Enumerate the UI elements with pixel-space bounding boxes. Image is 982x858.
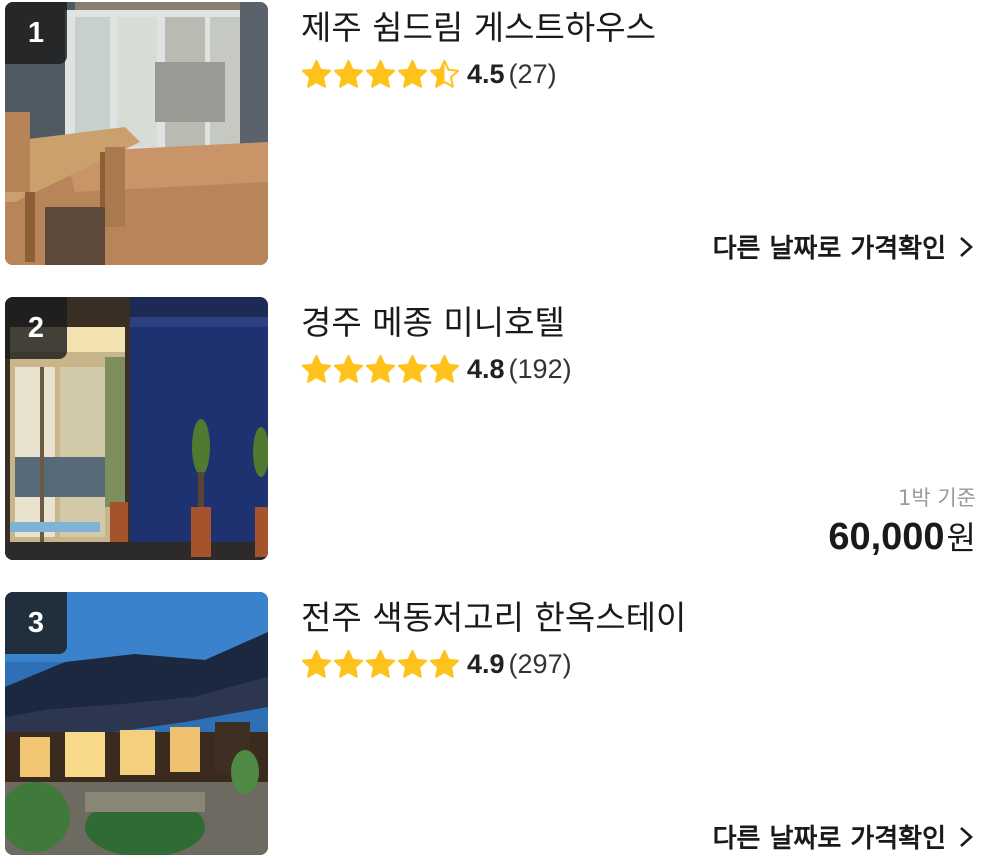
rating-row: 4.5 (27) bbox=[301, 55, 557, 93]
star-icon bbox=[429, 354, 460, 383]
star-icon bbox=[301, 59, 332, 88]
rating-score: 4.5 bbox=[467, 58, 505, 89]
star-icon bbox=[301, 354, 332, 383]
star-icon bbox=[429, 649, 460, 678]
rating-row: 4.8 (192) bbox=[301, 350, 572, 388]
star-icon bbox=[333, 649, 364, 678]
price: 60,000 원 bbox=[828, 513, 976, 559]
star-icon bbox=[397, 59, 428, 88]
star-icon bbox=[365, 649, 396, 678]
listing-item[interactable]: 1 제주 쉼드림 게스트하우스 4.5 (27) 다른 날짜로 가격확인 bbox=[0, 2, 982, 266]
listing-photo[interactable]: 1 bbox=[5, 2, 268, 265]
star-icon bbox=[333, 59, 364, 88]
check-price-other-dates-link[interactable]: 다른 날짜로 가격확인 bbox=[713, 818, 974, 855]
rating-score: 4.8 bbox=[467, 353, 505, 384]
price-basis-label: 1박 기준 bbox=[898, 486, 976, 510]
listing-item[interactable]: 2 경주 메종 미니호텔 4.8 (192) 1박 기준 60,000 원 bbox=[0, 297, 982, 561]
star-icon bbox=[397, 354, 428, 383]
star-rating bbox=[301, 649, 461, 680]
listing-title[interactable]: 전주 색동저고리 한옥스테이 bbox=[301, 596, 686, 640]
price-currency-unit: 원 bbox=[946, 519, 976, 557]
rank-badge: 3 bbox=[5, 592, 67, 654]
listing-title[interactable]: 경주 메종 미니호텔 bbox=[301, 301, 565, 345]
review-count: (297) bbox=[508, 648, 572, 679]
chevron-right-icon bbox=[960, 826, 973, 847]
accommodation-ranking-list: 1 제주 쉼드림 게스트하우스 4.5 (27) 다른 날짜로 가격확인 2 경… bbox=[0, 0, 982, 858]
rating-score: 4.9 bbox=[467, 648, 505, 679]
rating-row: 4.9 (297) bbox=[301, 645, 572, 683]
star-icon bbox=[365, 59, 396, 88]
check-price-label: 다른 날짜로 가격확인 bbox=[712, 234, 946, 264]
listing-photo[interactable]: 3 bbox=[5, 592, 268, 855]
star-icon bbox=[333, 354, 364, 383]
star-icon bbox=[397, 649, 428, 678]
listing-item[interactable]: 3 전주 색동저고리 한옥스테이 4.9 (297) 다른 날짜로 가격확인 bbox=[0, 592, 982, 856]
star-rating bbox=[301, 354, 461, 385]
listing-title[interactable]: 제주 쉼드림 게스트하우스 bbox=[301, 6, 656, 50]
review-count: (27) bbox=[508, 58, 557, 89]
star-rating bbox=[301, 59, 461, 90]
listing-photo[interactable]: 2 bbox=[5, 297, 268, 560]
price-amount: 60,000 bbox=[828, 516, 945, 558]
star-icon bbox=[301, 649, 332, 678]
rank-badge: 1 bbox=[5, 2, 67, 64]
check-price-label: 다른 날짜로 가격확인 bbox=[712, 824, 946, 854]
star-icon bbox=[365, 354, 396, 383]
review-count: (192) bbox=[508, 353, 572, 384]
rank-badge: 2 bbox=[5, 297, 67, 359]
chevron-right-icon bbox=[960, 236, 973, 257]
check-price-other-dates-link[interactable]: 다른 날짜로 가격확인 bbox=[713, 228, 974, 265]
star-half-icon bbox=[429, 59, 460, 88]
